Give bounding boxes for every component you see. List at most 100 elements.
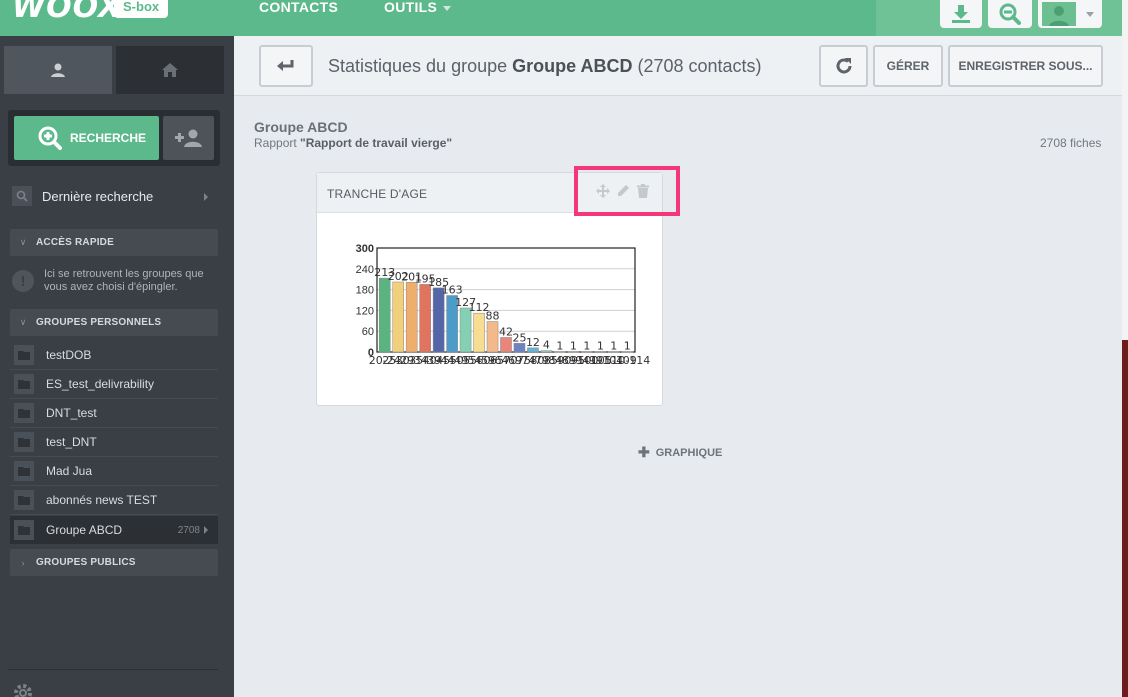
download-button[interactable]	[940, 0, 982, 28]
chart-bar	[432, 287, 445, 353]
chart-bar	[419, 284, 431, 353]
quick-access-header[interactable]: ∨ ACCÈS RAPIDE	[10, 229, 218, 256]
save-as-button[interactable]: ENREGISTRER SOUS...	[948, 45, 1103, 87]
group-label: Mad Jua	[46, 464, 93, 478]
folder-icon	[14, 374, 34, 394]
chevron-down-icon	[443, 5, 452, 11]
y-tick-label: 120	[356, 305, 374, 317]
group-label: abonnés news TEST	[46, 493, 158, 507]
add-user-icon	[174, 129, 202, 147]
chart-bar	[392, 281, 404, 353]
data-label: 1	[556, 340, 563, 353]
data-label: 1	[610, 340, 617, 353]
settings-button[interactable]	[12, 682, 34, 697]
group-item[interactable]: ES_test_delivrability	[10, 370, 218, 398]
data-label: 1	[570, 340, 577, 353]
app-logo[interactable]: WOOX	[12, 0, 122, 25]
back-arrow-icon	[277, 60, 294, 71]
zoom-out-icon	[999, 3, 1021, 25]
report-line: Rapport "Rapport de travail vierge"	[254, 136, 452, 150]
group-name: Groupe ABCD	[254, 119, 348, 135]
chart-bar	[378, 277, 391, 353]
background-window-edge	[1122, 0, 1128, 340]
plus-icon: ✚	[638, 444, 650, 460]
group-item-selected[interactable]: Groupe ABCD 2708	[10, 516, 218, 544]
last-search-label: Dernière recherche	[42, 188, 154, 204]
nav-contacts-label: CONTACTS	[259, 0, 339, 15]
chart-bar	[459, 307, 472, 353]
report-prefix: Rapport	[254, 136, 301, 150]
page-title-suffix: (2708 contacts)	[632, 56, 762, 76]
warning-icon: !	[12, 270, 34, 292]
y-tick-label: 180	[356, 285, 374, 297]
add-user-button[interactable]	[163, 116, 214, 160]
folder-icon	[14, 461, 34, 481]
page-title-group: Groupe ABCD	[512, 56, 633, 76]
add-chart-button[interactable]: ✚ GRAPHIQUE	[638, 444, 722, 461]
last-search-item[interactable]: Dernière recherche	[12, 184, 218, 208]
user-menu-button[interactable]	[1038, 0, 1102, 28]
chart-bar	[486, 321, 499, 353]
search-plus-icon	[38, 126, 62, 150]
quick-access-info-text: Ici se retrouvent les groupes que vous a…	[44, 268, 204, 293]
group-item[interactable]: test_DNT	[10, 428, 218, 456]
chevron-right-icon: ›	[21, 557, 25, 568]
folder-icon	[14, 490, 34, 510]
data-label: 1	[597, 340, 604, 353]
highlight-box	[574, 166, 680, 216]
chevron-down-icon: ∨	[19, 317, 27, 327]
nav-outils[interactable]: OUTILS	[384, 0, 452, 15]
manage-button[interactable]: GÉRER	[873, 45, 943, 87]
x-tick-label: 110-114	[604, 354, 650, 367]
refresh-button[interactable]	[819, 45, 868, 87]
group-label: DNT_test	[46, 406, 97, 420]
page-title: Statistiques du groupe Groupe ABCD (2708…	[328, 56, 762, 77]
widget-title: TRANCHE D'AGE	[327, 187, 428, 201]
recherche-button[interactable]: RECHERCHE	[14, 116, 159, 160]
group-item[interactable]: testDOB	[10, 341, 218, 369]
bar-chart: 06012018024030021320-2420225-2920130-341…	[356, 243, 651, 367]
search-row: RECHERCHE	[8, 110, 220, 166]
chart-bar	[513, 343, 526, 353]
group-item[interactable]: Mad Jua	[10, 457, 218, 485]
folder-icon	[14, 345, 34, 365]
group-count: 2708	[177, 524, 200, 536]
chart-bar	[500, 337, 512, 353]
group-item[interactable]: DNT_test	[10, 399, 218, 427]
group-item[interactable]: abonnés news TEST	[10, 486, 218, 514]
folder-icon	[14, 432, 34, 452]
search-icon	[16, 190, 28, 202]
folder-icon	[14, 403, 34, 423]
public-groups-header[interactable]: › GROUPES PUBLICS	[10, 549, 218, 576]
quick-access-info: ! Ici se retrouvent les groupes que vous…	[12, 268, 222, 302]
recherche-label: RECHERCHE	[70, 131, 147, 145]
nav-outils-label: OUTILS	[384, 0, 438, 15]
group-label: ES_test_delivrability	[46, 377, 155, 391]
folder-icon	[14, 520, 34, 540]
home-icon	[162, 63, 178, 77]
data-label: 163	[442, 283, 463, 296]
page-title-prefix: Statistiques du groupe	[328, 56, 513, 76]
data-label: 1	[583, 340, 590, 353]
tab-contacts[interactable]	[4, 46, 112, 94]
chevron-right-icon	[204, 526, 208, 534]
tab-home[interactable]	[116, 46, 224, 94]
divider	[10, 514, 218, 515]
fiches-count: 2708 fiches	[1040, 136, 1102, 150]
chevron-down-icon: ∨	[19, 237, 27, 247]
back-button[interactable]	[259, 45, 313, 87]
avatar	[1042, 2, 1076, 26]
nav-contacts[interactable]: CONTACTS	[259, 0, 338, 14]
manage-label: GÉRER	[886, 59, 930, 73]
data-label: 88	[486, 309, 500, 322]
group-label: Groupe ABCD	[46, 523, 123, 537]
y-tick-label: 60	[362, 326, 374, 338]
personal-groups-header[interactable]: ∨ GROUPES PERSONNELS	[10, 309, 218, 336]
chart-bar	[405, 282, 418, 353]
zoom-out-button[interactable]	[988, 0, 1032, 28]
chart-bar	[473, 312, 485, 353]
report-name: "Rapport de travail vierge"	[300, 136, 453, 150]
sidebar: RECHERCHE Dernière recherche ∨ ACCÈS RAP…	[0, 36, 234, 697]
chevron-right-icon	[204, 193, 208, 201]
quick-access-title: ACCÈS RAPIDE	[36, 237, 114, 248]
